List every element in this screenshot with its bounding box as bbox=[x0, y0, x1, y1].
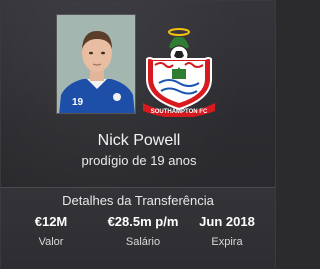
southampton-crest-icon: SOUTHAMPTON FC bbox=[139, 25, 219, 118]
transfer-details-title: Detalhes da Transferência bbox=[62, 193, 214, 208]
expiry-label: Expira bbox=[211, 236, 243, 248]
salary-value: €28.5m p/m bbox=[107, 214, 179, 229]
player-portrait-icon: 19 bbox=[57, 15, 135, 113]
shirt-number: 19 bbox=[72, 97, 84, 108]
transfer-details-panel: Detalhes da Transferência €12M Valor €28… bbox=[1, 187, 275, 269]
transfer-value-label: Valor bbox=[38, 236, 64, 248]
salary-label: Salário bbox=[125, 236, 161, 248]
transfer-value: €12M bbox=[34, 214, 68, 229]
player-subtitle: prodígio de 19 anos bbox=[81, 153, 197, 168]
crest-text: SOUTHAMPTON FC bbox=[151, 109, 208, 115]
player-name: Nick Powell bbox=[97, 132, 181, 149]
player-card: 19 SOUTHAMPTON FC Nick Powell prodígio d… bbox=[0, 0, 276, 269]
player-photo: 19 bbox=[56, 14, 136, 114]
expiry-value: Jun 2018 bbox=[199, 214, 255, 229]
